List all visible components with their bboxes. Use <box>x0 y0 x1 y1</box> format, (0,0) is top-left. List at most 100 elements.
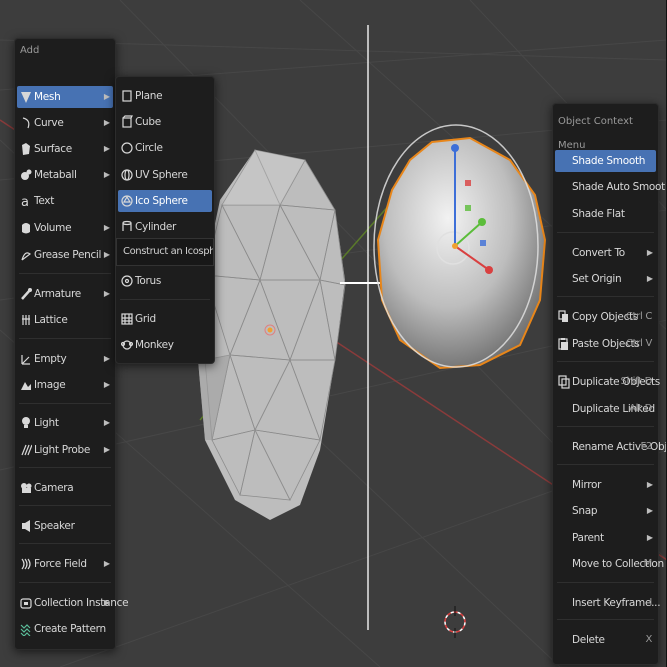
context-item-convert-to[interactable]: Convert To ▶ <box>555 242 656 264</box>
context-item-convert-to-label: Convert To <box>572 247 625 259</box>
menu-separator <box>557 464 654 465</box>
collection-instance-icon <box>20 596 32 610</box>
context-item-shade-flat[interactable]: Shade Flat <box>555 203 656 225</box>
context-menu-title: Object Context Menu <box>558 116 633 151</box>
context-item-duplicate-linked-shortcut: Alt D <box>629 403 652 414</box>
mesh-item-uv-sphere[interactable]: UV Sphere <box>118 164 212 186</box>
mesh-item-grid[interactable]: Grid <box>118 308 212 330</box>
menu-separator <box>557 361 654 362</box>
paste-icon <box>558 337 570 351</box>
context-item-shade-auto-smooth[interactable]: Shade Auto Smooth <box>555 176 667 198</box>
duplicate-icon <box>558 375 570 389</box>
mesh-item-plane-label: Plane <box>135 90 163 102</box>
context-item-delete[interactable]: Delete X <box>555 629 656 651</box>
mesh-item-circle-label: Circle <box>135 142 163 154</box>
context-item-duplicate-objects[interactable]: Duplicate Objects Shift D <box>555 371 660 393</box>
add-menu-item-surface[interactable]: Surface ▶ <box>17 138 113 160</box>
ico-sphere-icon <box>121 194 133 208</box>
submenu-arrow-icon: ▶ <box>646 274 653 283</box>
add-menu-item-mesh[interactable]: Mesh ▶ <box>17 86 113 108</box>
add-menu-item-collection-instance[interactable]: Collection Instance ▶ <box>17 592 129 614</box>
context-item-paste-objects-shortcut: Ctrl V <box>625 338 652 349</box>
submenu-arrow-icon: ▶ <box>103 289 110 298</box>
add-menu-item-grease-pencil-label: Grease Pencil <box>34 249 102 261</box>
force-field-icon <box>20 557 32 571</box>
context-item-parent[interactable]: Parent ▶ <box>555 527 656 549</box>
add-menu-item-armature-label: Armature <box>34 288 81 300</box>
submenu-arrow-icon: ▶ <box>646 480 653 489</box>
add-menu-item-speaker-label: Speaker <box>34 520 75 532</box>
mesh-item-circle[interactable]: Circle <box>118 137 212 159</box>
mesh-item-torus[interactable]: Torus <box>118 270 212 292</box>
context-item-mirror[interactable]: Mirror ▶ <box>555 474 656 496</box>
add-menu-item-create-pattern-label: Create Pattern <box>34 623 106 635</box>
mesh-item-cylinder[interactable]: Cylinder <box>118 216 212 238</box>
context-item-parent-label: Parent <box>572 532 604 544</box>
camera-icon <box>20 481 32 495</box>
object-context-menu: Object Context Menu Shade Smooth Shade Au… <box>552 103 667 665</box>
context-item-insert-keyframe-label: Insert Keyframe... <box>572 597 661 609</box>
context-item-snap[interactable]: Snap ▶ <box>555 500 656 522</box>
add-menu-item-volume[interactable]: Volume ▶ <box>17 217 113 239</box>
add-menu-item-camera[interactable]: Camera <box>17 477 113 499</box>
light-icon <box>20 416 32 430</box>
context-item-paste-objects[interactable]: Paste Objects Ctrl V <box>555 333 656 355</box>
context-item-insert-keyframe[interactable]: Insert Keyframe... I <box>555 592 661 614</box>
volume-icon <box>20 221 32 235</box>
mesh-item-torus-label: Torus <box>135 275 161 287</box>
add-menu-item-light-probe[interactable]: Light Probe ▶ <box>17 439 113 461</box>
submenu-arrow-icon: ▶ <box>103 445 110 454</box>
submenu-arrow-icon: ▶ <box>103 223 110 232</box>
add-menu-item-light[interactable]: Light ▶ <box>17 412 113 434</box>
add-menu-item-grease-pencil[interactable]: Grease Pencil ▶ <box>17 244 113 266</box>
add-menu-item-empty[interactable]: Empty ▶ <box>17 348 113 370</box>
add-menu-item-curve-label: Curve <box>34 117 64 129</box>
add-menu-item-force-field[interactable]: Force Field ▶ <box>17 553 113 575</box>
copy-icon <box>558 310 570 324</box>
cube-icon <box>121 115 133 129</box>
mesh-item-cube[interactable]: Cube <box>118 111 212 133</box>
menu-separator <box>19 403 111 404</box>
menu-separator <box>557 296 654 297</box>
cylinder-icon <box>121 220 133 234</box>
image-icon <box>20 378 32 392</box>
context-item-shade-smooth[interactable]: Shade Smooth <box>555 150 656 172</box>
add-menu-title: Add <box>20 45 40 56</box>
context-item-rename-active-object[interactable]: Rename Active Object...F2 <box>555 436 667 458</box>
add-menu-item-armature[interactable]: Armature ▶ <box>17 283 113 305</box>
add-menu-item-force-field-label: Force Field <box>34 558 87 570</box>
add-menu-item-light-label: Light <box>34 417 59 429</box>
add-menu-item-image[interactable]: Image ▶ <box>17 374 113 396</box>
submenu-arrow-icon: ▶ <box>103 250 110 259</box>
context-item-copy-objects[interactable]: Copy Objects Ctrl C <box>555 306 656 328</box>
context-item-shade-flat-label: Shade Flat <box>572 208 625 220</box>
surface-icon <box>20 142 32 156</box>
text-icon: a <box>20 194 32 210</box>
empty-icon <box>20 352 32 366</box>
context-item-duplicate-linked[interactable]: Duplicate Linked Alt D <box>555 398 656 420</box>
add-menu-item-speaker[interactable]: Speaker <box>17 515 113 537</box>
add-menu-item-text[interactable]: a Text <box>17 190 113 212</box>
menu-separator <box>120 299 210 300</box>
add-menu-item-lattice[interactable]: Lattice <box>17 309 113 331</box>
context-item-move-to-collection[interactable]: Move to Collection M <box>555 553 664 575</box>
submenu-arrow-icon: ▶ <box>103 170 110 179</box>
context-item-insert-keyframe-shortcut: I <box>649 597 652 608</box>
curve-icon <box>20 116 32 130</box>
torus-icon <box>121 274 133 288</box>
mesh-icon <box>20 90 32 104</box>
add-menu-item-volume-label: Volume <box>34 222 72 234</box>
submenu-arrow-icon: ▶ <box>103 418 110 427</box>
add-menu-item-empty-label: Empty <box>34 353 67 365</box>
mesh-item-ico-sphere[interactable]: Ico Sphere <box>118 190 212 212</box>
context-item-delete-label: Delete <box>572 634 605 646</box>
add-menu-item-create-pattern[interactable]: Create Pattern <box>17 618 113 640</box>
mesh-item-ico-sphere-label: Ico Sphere <box>135 195 188 207</box>
context-item-set-origin[interactable]: Set Origin ▶ <box>555 268 656 290</box>
mesh-item-monkey[interactable]: Monkey <box>118 334 212 356</box>
menu-separator <box>557 232 654 233</box>
svg-text:a: a <box>21 195 29 208</box>
add-menu-item-curve[interactable]: Curve ▶ <box>17 112 113 134</box>
mesh-item-plane[interactable]: Plane <box>118 85 212 107</box>
add-menu-item-metaball[interactable]: Metaball ▶ <box>17 164 113 186</box>
